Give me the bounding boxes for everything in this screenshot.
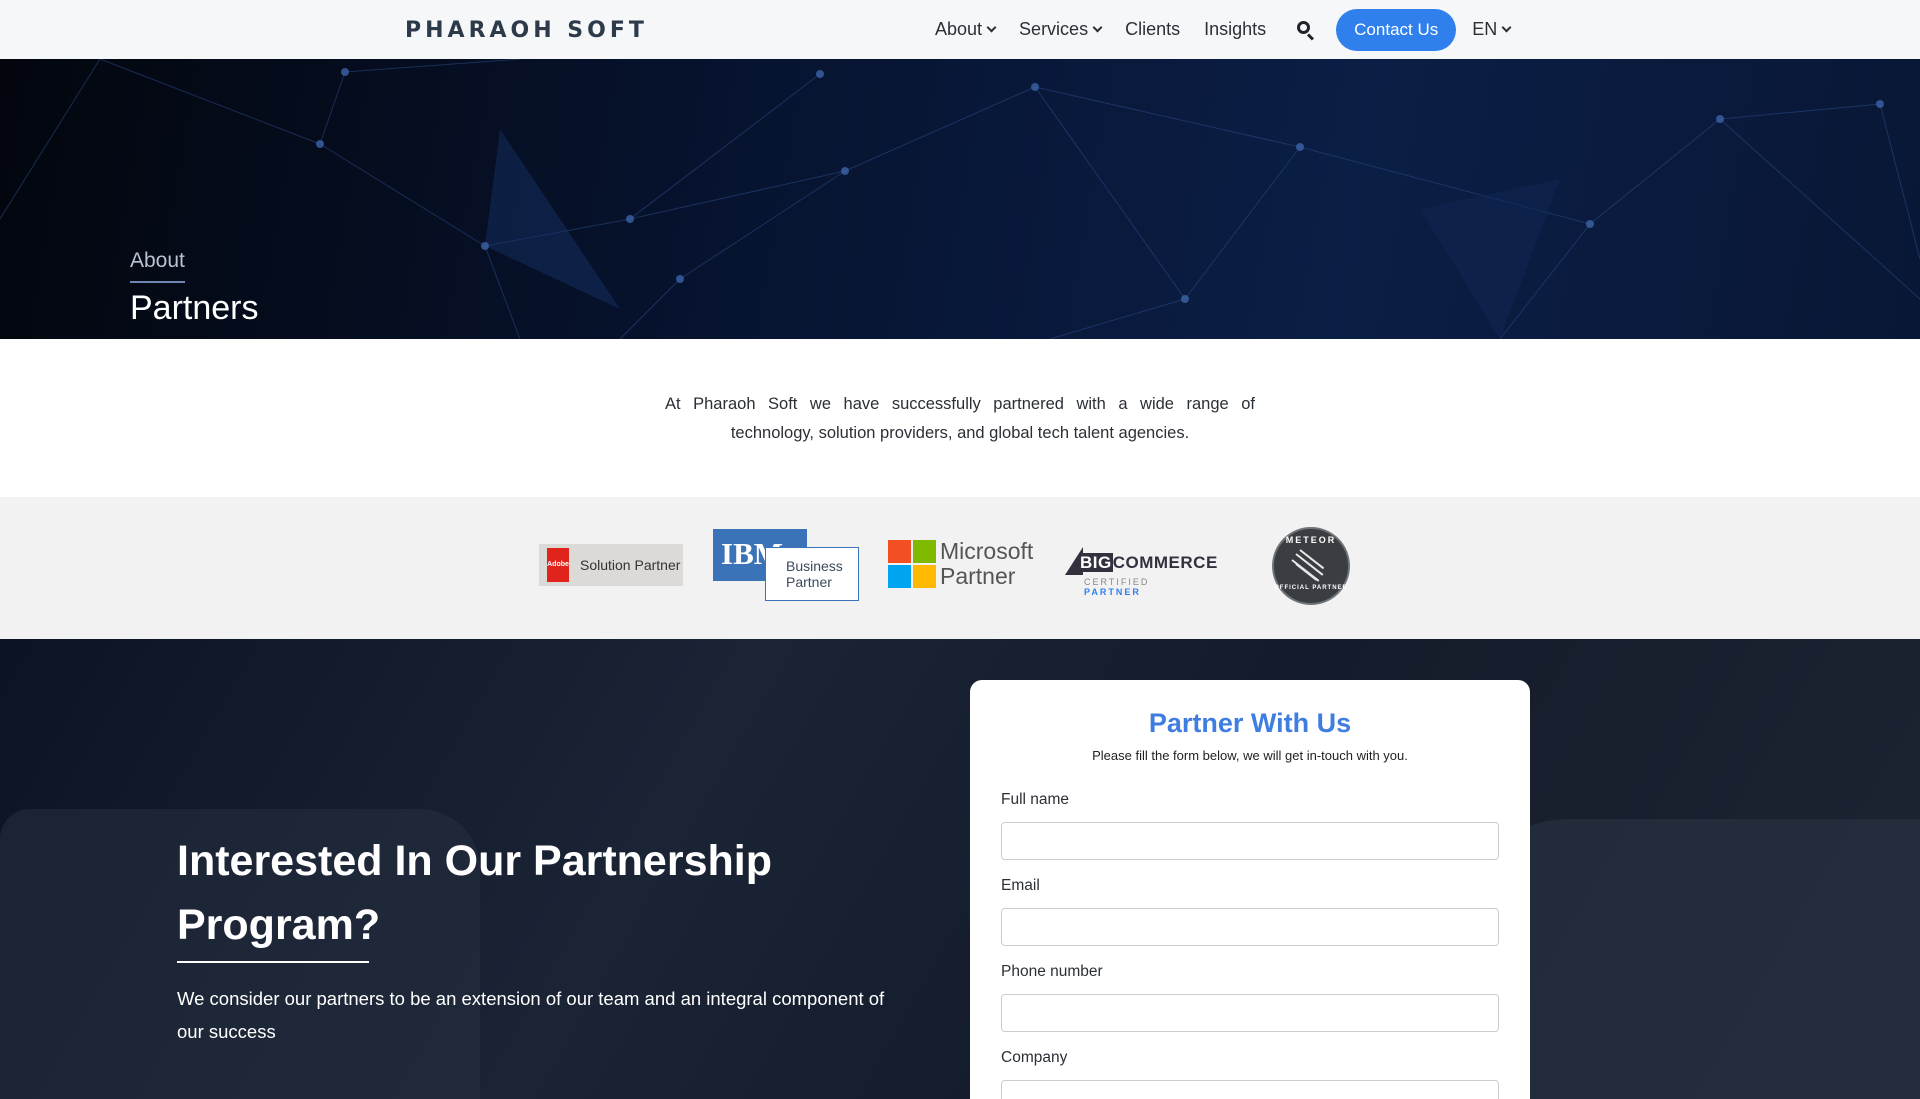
site-header: PHARAOH SOFT About Services Clients Insi… xyxy=(0,0,1920,59)
ibm-line1: Business xyxy=(786,558,843,574)
nav-insights[interactable]: Insights xyxy=(1204,19,1266,40)
form-title: Partner With Us xyxy=(1148,708,1352,738)
hero-banner: About Partners xyxy=(0,59,1920,339)
network-background xyxy=(0,59,1920,339)
microsoft-line1: Microsoft xyxy=(940,538,1034,564)
main-nav: About Services Clients Insights Contact … xyxy=(935,0,1512,59)
nav-services[interactable]: Services xyxy=(1019,19,1103,40)
adobe-logo-label: Solution Partner xyxy=(580,557,681,573)
contact-us-button[interactable]: Contact Us xyxy=(1336,8,1457,51)
cta-underline xyxy=(177,961,369,963)
bigcommerce-sub-a: CERTIFIED xyxy=(1084,577,1150,587)
partner-form-card: Partner With Us Please fill the form bel… xyxy=(970,680,1530,1099)
microsoft-line2: Partner xyxy=(940,563,1016,589)
language-label: EN xyxy=(1472,19,1498,39)
nav-clients[interactable]: Clients xyxy=(1125,19,1180,40)
intro-text: At Pharaoh Soft we have successfully par… xyxy=(665,395,1255,442)
cta-title: Interested In Our Partnership Program? xyxy=(177,837,772,949)
partners-logo-strip: Adobe Solution Partner IBM Business Part… xyxy=(0,497,1920,639)
form-subtitle: Please fill the form below, we will get … xyxy=(1092,748,1408,763)
nav-services-label: Services xyxy=(1019,19,1089,39)
microsoft-grid-icon xyxy=(888,540,936,588)
adobe-mark: Adobe xyxy=(547,548,569,582)
logo-text: PHARAOH SOFT xyxy=(405,17,648,43)
email-field[interactable] xyxy=(1001,908,1499,946)
chevron-down-icon xyxy=(986,22,997,33)
bigcommerce-partner-logo: BIGCOMMERCE CERTIFIED PARTNER xyxy=(1065,543,1217,597)
full-name-field[interactable] xyxy=(1001,822,1499,860)
page-title: Partners xyxy=(130,289,259,327)
chevron-down-icon xyxy=(1501,22,1512,33)
bigcommerce-brand-rest: COMMERCE xyxy=(1112,553,1218,572)
nav-about-label: About xyxy=(935,19,983,39)
logo[interactable]: PHARAOH SOFT xyxy=(405,16,648,44)
search-icon[interactable] xyxy=(1296,20,1316,41)
company-label: Company xyxy=(1001,1049,1068,1066)
breadcrumb-underline xyxy=(130,281,185,283)
microsoft-partner-logo: Microsoft Partner xyxy=(888,539,1036,589)
phone-field[interactable] xyxy=(1001,994,1499,1032)
phone-label: Phone number xyxy=(1001,963,1103,980)
bigcommerce-brand-big: BIG xyxy=(1079,553,1113,572)
email-label: Email xyxy=(1001,877,1040,894)
partnership-cta-section: Interested In Our Partnership Program? W… xyxy=(0,639,1920,1099)
adobe-solution-partner-logo: Adobe Solution Partner xyxy=(539,544,683,586)
nav-insights-label: Insights xyxy=(1204,19,1267,39)
ibm-partner-box: Business Partner xyxy=(765,547,859,601)
bigcommerce-sub-b: PARTNER xyxy=(1084,587,1141,597)
meteor-top: METEOR xyxy=(1285,535,1337,545)
meteor-bottom: OFFICIAL PARTNER xyxy=(1274,585,1348,591)
language-selector[interactable]: EN xyxy=(1472,19,1512,40)
full-name-label: Full name xyxy=(1001,791,1070,808)
ibm-business-partner-logo: IBM Business Partner xyxy=(713,529,859,601)
nav-about[interactable]: About xyxy=(935,19,997,40)
ibm-line2: Partner xyxy=(786,574,832,590)
nav-clients-label: Clients xyxy=(1125,19,1181,39)
meteor-official-partner-logo: METEOR OFFICIAL PARTNER xyxy=(1272,527,1350,605)
breadcrumb[interactable]: About xyxy=(130,249,185,273)
company-field[interactable] xyxy=(1001,1080,1499,1099)
cta-subtitle: We consider our partners to be an extens… xyxy=(177,988,885,1042)
chevron-down-icon xyxy=(1092,22,1103,33)
